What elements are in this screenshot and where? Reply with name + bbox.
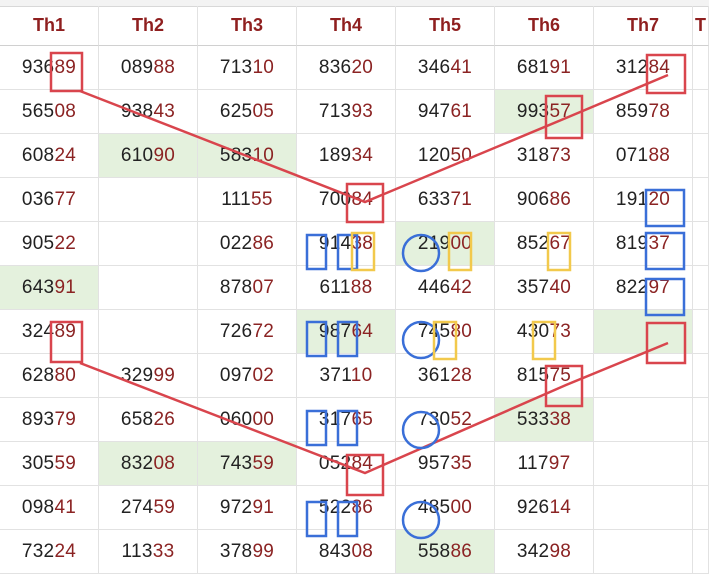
blue-box	[644, 277, 686, 317]
blue-circle	[401, 233, 441, 273]
yellow-box	[432, 320, 458, 361]
blue-box	[305, 500, 328, 538]
yellow-box	[350, 231, 376, 272]
red-box	[49, 51, 84, 93]
red-box	[345, 453, 385, 497]
red-connector-lines	[79, 73, 669, 475]
blue-circle-group	[401, 233, 441, 540]
yellow-box	[531, 320, 557, 361]
annotation-overlay	[49, 51, 687, 540]
red-box	[645, 53, 687, 95]
blue-box-group	[305, 188, 686, 538]
blue-box	[336, 409, 359, 447]
blue-circle	[401, 500, 441, 540]
blue-box	[644, 188, 686, 228]
yellow-box	[546, 231, 572, 272]
blue-box	[305, 320, 328, 358]
yellow-box	[447, 231, 473, 272]
blue-box	[336, 500, 359, 538]
blue-box	[644, 231, 686, 271]
red-box	[49, 320, 84, 364]
red-box-group	[49, 51, 687, 497]
blue-box	[305, 409, 328, 447]
blue-box	[336, 233, 359, 271]
yellow-box-group	[350, 231, 572, 361]
red-box	[544, 94, 584, 140]
blue-box	[305, 233, 328, 271]
blue-circle	[401, 410, 441, 450]
red-v-line-bottom	[79, 341, 669, 475]
blue-box	[336, 320, 359, 358]
